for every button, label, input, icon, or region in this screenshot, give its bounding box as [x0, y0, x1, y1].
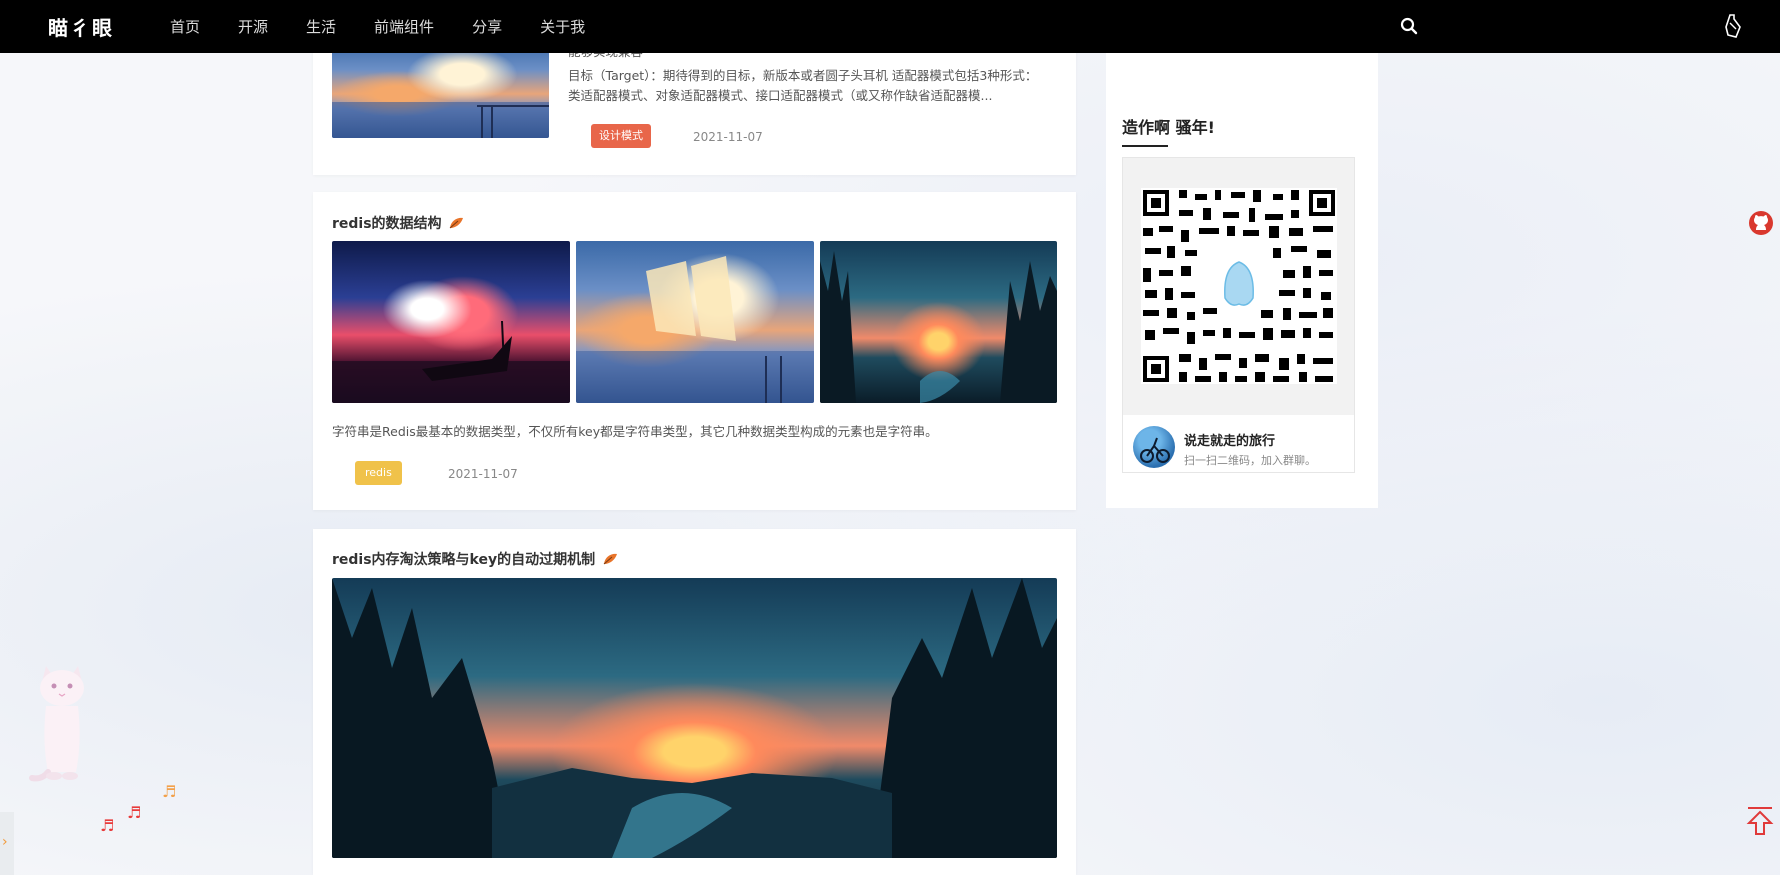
- site-logo[interactable]: 瞄彳眼: [48, 12, 114, 41]
- group-hint: 扫一扫二维码，加入群聊。: [1184, 454, 1316, 467]
- cat-mascot[interactable]: [12, 662, 112, 792]
- search-icon[interactable]: [1400, 17, 1418, 35]
- top-navbar: 瞄彳眼 首页 开源 生活 前端组件 分享 关于我: [0, 0, 1780, 53]
- post-excerpt: 目标（Target）：期待得到的目标，新版本或者圆子头耳机 适配器模式包括3种形…: [568, 68, 1038, 103]
- music-note-icon: ♬: [162, 782, 177, 801]
- post-title[interactable]: redis内存淘汰策略与key的自动过期机制: [332, 549, 618, 569]
- group-name: 说走就走的旅行: [1184, 434, 1276, 449]
- skin-icon[interactable]: [1722, 13, 1746, 39]
- music-note-icon: ♬: [127, 803, 142, 822]
- post-title[interactable]: redis的数据结构: [332, 213, 464, 233]
- leaf-icon: [450, 217, 464, 229]
- nav-menu: 首页 开源 生活 前端组件 分享 关于我: [170, 0, 623, 53]
- qr-code-icon: [1141, 188, 1337, 384]
- qr-code-area: [1123, 158, 1354, 415]
- post-cover-image[interactable]: [332, 578, 1057, 858]
- sidebar-title-underline: [1122, 145, 1168, 147]
- post-tag[interactable]: redis: [355, 461, 402, 485]
- nav-item-home[interactable]: 首页: [170, 16, 200, 37]
- side-drawer-handle[interactable]: ›: [0, 812, 14, 875]
- post-thumbnail[interactable]: [332, 40, 549, 138]
- github-icon[interactable]: [1748, 210, 1774, 236]
- music-note-icon: ♬: [100, 816, 115, 835]
- sidebar-qr-card: 造作啊 骚年! 说走就走的旅行 扫一扫二维码，加入群聊。: [1106, 53, 1378, 508]
- post-image-3[interactable]: [820, 241, 1057, 403]
- post-title-text[interactable]: redis内存淘汰策略与key的自动过期机制: [332, 552, 595, 568]
- sunset-ship-scene: [332, 320, 570, 403]
- group-avatar: [1133, 426, 1175, 468]
- back-to-top-icon[interactable]: [1746, 806, 1774, 836]
- post-date: 2021-11-07: [448, 467, 518, 481]
- post-card-adapter[interactable]: 能够实现兼容 目标（Target）：期待得到的目标，新版本或者圆子头耳机 适配器…: [313, 40, 1076, 175]
- post-excerpt: 字符串是Redis最基本的数据类型，不仅所有key都是字符串类型，其它几种数据类…: [332, 424, 938, 439]
- post-title-text[interactable]: redis的数据结构: [332, 216, 442, 232]
- forest-scene: [820, 251, 1057, 403]
- nav-item-about[interactable]: 关于我: [540, 16, 585, 37]
- qq-group-qr[interactable]: 说走就走的旅行 扫一扫二维码，加入群聊。: [1122, 157, 1355, 473]
- leaf-icon: [603, 553, 617, 565]
- sidebar-title: 造作啊 骚年!: [1122, 118, 1215, 137]
- nav-item-life[interactable]: 生活: [306, 16, 336, 37]
- post-image-1[interactable]: [332, 241, 570, 403]
- nav-item-opensource[interactable]: 开源: [238, 16, 268, 37]
- post-date: 2021-11-07: [693, 130, 763, 144]
- post-image-2[interactable]: [576, 241, 814, 403]
- nav-item-frontend-components[interactable]: 前端组件: [374, 16, 434, 37]
- ship-scene: [332, 102, 549, 138]
- nav-item-share[interactable]: 分享: [472, 16, 502, 37]
- chevron-right-icon: ›: [2, 834, 8, 850]
- post-card-redis-eviction[interactable]: redis内存淘汰策略与key的自动过期机制: [313, 529, 1076, 875]
- forest-landscape-scene: [332, 578, 1057, 858]
- post-tag[interactable]: 设计模式: [591, 124, 651, 148]
- sky-ship-scene: [576, 256, 814, 403]
- post-card-redis-structure[interactable]: redis的数据结构 字符串是Redis最基本的数据类型，不仅所有key都是字符…: [313, 192, 1076, 510]
